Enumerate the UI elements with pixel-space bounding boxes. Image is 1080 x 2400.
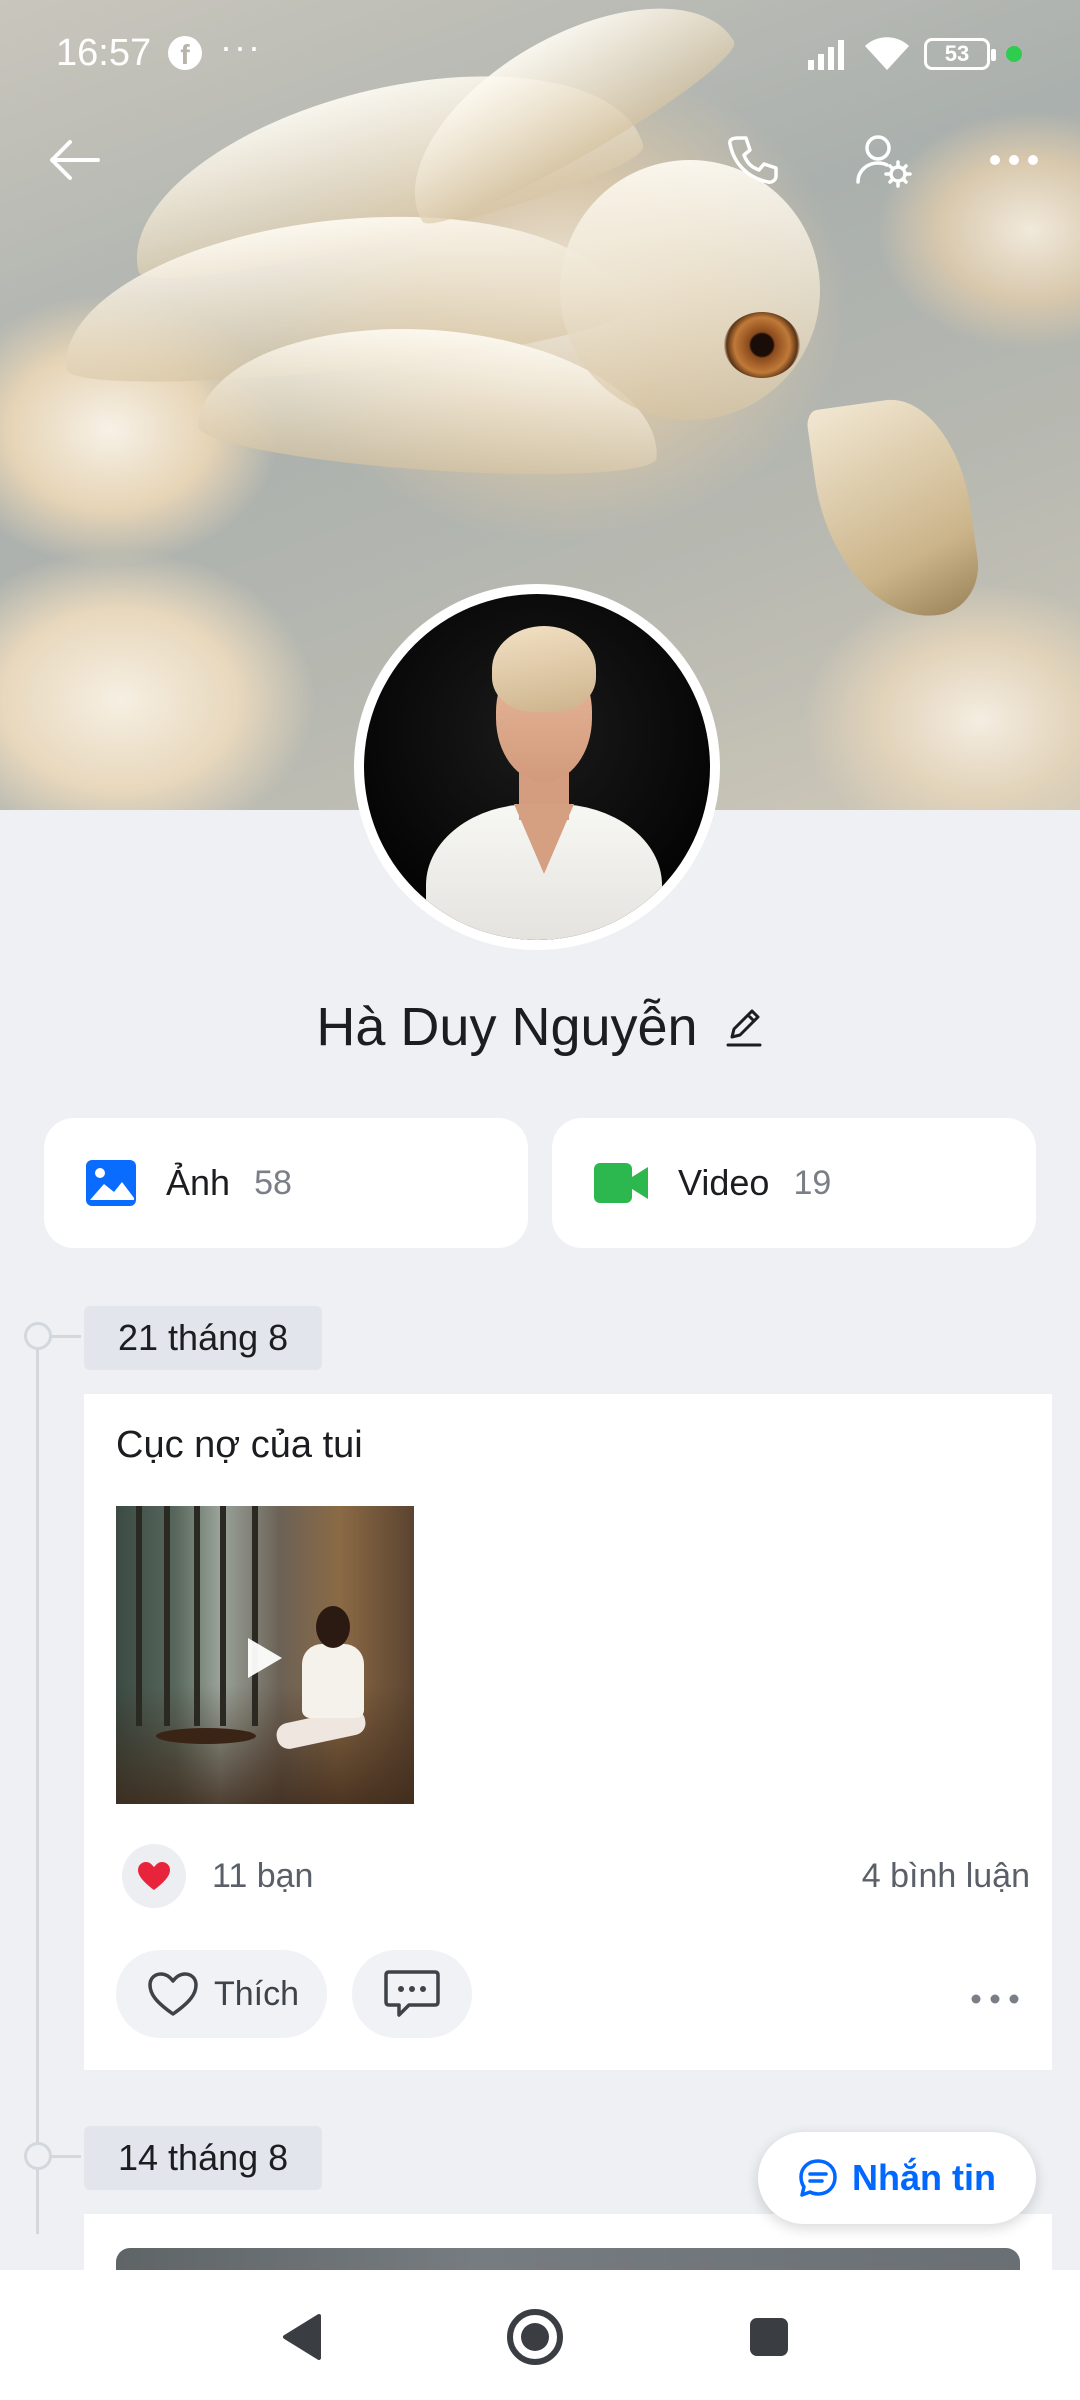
heart-reaction-icon [122, 1844, 186, 1908]
profile-avatar[interactable] [354, 584, 720, 950]
nav-home-button[interactable] [500, 2302, 570, 2372]
call-button[interactable] [714, 122, 790, 198]
more-options-button[interactable] [976, 122, 1052, 198]
timeline-line [36, 1334, 39, 2234]
photo-gallery-icon [86, 1160, 136, 1206]
like-label: Thích [214, 1974, 300, 2013]
comment-icon [384, 1970, 440, 2017]
photos-card[interactable]: Ảnh 58 [44, 1118, 528, 1248]
video-camera-icon [594, 1163, 648, 1203]
status-bar: 16:57 f ··· 53 [0, 0, 1080, 108]
facebook-icon: f [168, 36, 202, 70]
system-navbar [0, 2270, 1080, 2400]
wifi-icon [865, 37, 909, 70]
user-settings-icon [856, 135, 912, 188]
videos-count: 19 [793, 1163, 832, 1202]
photos-label: Ảnh [166, 1162, 231, 1203]
timeline-dot [24, 2142, 81, 2170]
message-label: Nhắn tin [852, 2157, 996, 2198]
battery-indicator: 53 [924, 38, 996, 70]
reaction-count: 11 bạn [212, 1856, 314, 1895]
profile-name: Hà Duy Nguyễn [316, 997, 698, 1057]
timeline-post: Cục nợ của tui 11 bạn 4 bình luận Thích [84, 1394, 1052, 2070]
status-time: 16:57 [56, 32, 152, 74]
timeline-dot [24, 1322, 81, 1350]
post-video-thumbnail[interactable] [116, 1506, 414, 1804]
play-icon [248, 1638, 282, 1678]
comment-button[interactable] [352, 1950, 472, 2038]
post-more-icon[interactable] [970, 1992, 1020, 2006]
reaction-summary[interactable]: 11 bạn 4 bình luận [122, 1844, 1030, 1908]
profile-name-row: Hà Duy Nguyễn [0, 996, 1080, 1058]
nav-home-icon [507, 2309, 563, 2365]
videos-card[interactable]: Video 19 [552, 1118, 1036, 1248]
videos-label: Video [678, 1162, 770, 1203]
bird-eye [724, 312, 800, 378]
edit-name-icon[interactable] [724, 1005, 764, 1049]
phone-icon [728, 136, 778, 184]
back-arrow-icon [50, 140, 100, 180]
signal-icon [808, 40, 844, 70]
post-caption: Cục nợ của tui [116, 1424, 363, 1466]
more-icon [990, 155, 1038, 165]
photos-count: 58 [254, 1163, 292, 1202]
profile-settings-button[interactable] [846, 122, 922, 198]
nav-recents-icon [750, 2318, 788, 2356]
heart-outline-icon [148, 1972, 198, 2016]
comment-count[interactable]: 4 bình luận [862, 1857, 1030, 1896]
like-button[interactable]: Thích [116, 1950, 328, 2038]
privacy-dot [1006, 46, 1022, 62]
nav-recents-button[interactable] [734, 2302, 804, 2372]
message-button[interactable]: Nhắn tin [758, 2132, 1036, 2224]
timeline-date: 14 tháng 8 [84, 2126, 323, 2190]
notification-more-icon: ··· [220, 26, 262, 67]
nav-back-icon [283, 2314, 321, 2360]
nav-back-button[interactable] [266, 2302, 336, 2372]
chat-icon [799, 2159, 837, 2197]
timeline-date: 21 tháng 8 [84, 1306, 323, 1370]
back-button[interactable] [36, 122, 112, 198]
